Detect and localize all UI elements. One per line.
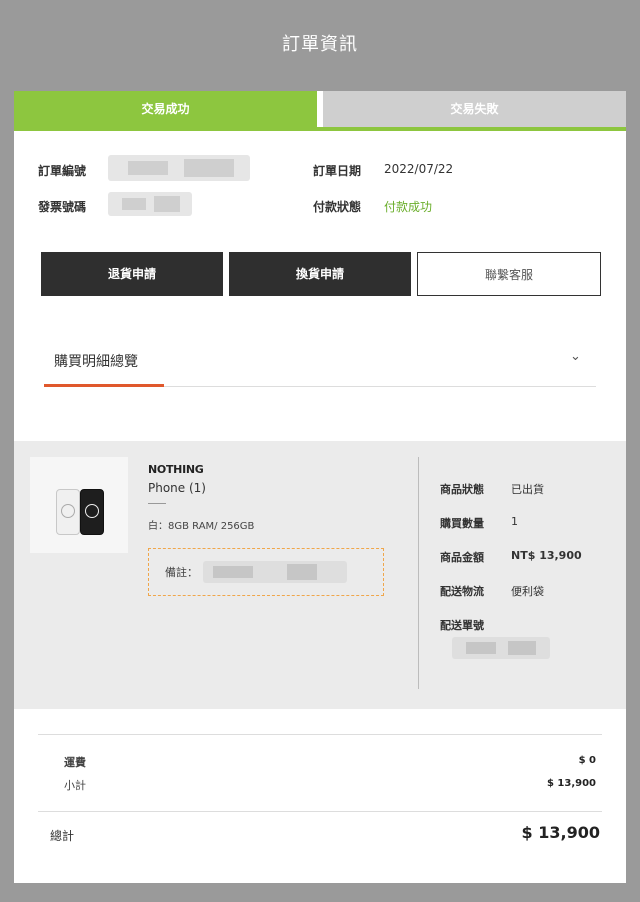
- product-image: [30, 457, 128, 553]
- phone-white-icon: [56, 489, 80, 535]
- tracking-number-label: 配送單號: [440, 619, 484, 632]
- product-amount-label: 商品金額: [440, 551, 484, 564]
- note-box: 備註：: [148, 548, 384, 596]
- payment-status-label: 付款狀態: [313, 200, 362, 214]
- product-section: NOTHING Phone (1) 白：8GB RAM/ 256GB 備註： 商…: [14, 441, 626, 709]
- note-redacted: [203, 561, 347, 583]
- purchase-summary-title[interactable]: 購買明細總覽: [54, 351, 138, 371]
- invoice-number-redacted: [108, 192, 192, 216]
- shipping-fee-label: 運費: [64, 756, 86, 769]
- quantity-value: 1: [511, 515, 518, 528]
- logistics-value: 便利袋: [511, 585, 544, 598]
- chevron-down-icon[interactable]: ⌄: [570, 349, 581, 364]
- order-date-label: 訂單日期: [313, 164, 362, 178]
- shipping-status-value: 已出貨: [511, 483, 544, 496]
- note-label: 備註：: [165, 566, 198, 579]
- phone-black-icon: [80, 489, 104, 535]
- totals-divider-top: [38, 734, 602, 735]
- product-divider: [148, 503, 166, 504]
- order-number-label: 訂單編號: [38, 164, 87, 178]
- quantity-label: 購買數量: [440, 517, 484, 530]
- shipping-status-label: 商品狀態: [440, 483, 484, 496]
- order-number-redacted: [108, 155, 250, 181]
- order-date-value: 2022/07/22: [384, 162, 454, 176]
- return-request-button[interactable]: 退貨申請: [41, 252, 223, 296]
- product-name: Phone (1): [148, 481, 206, 495]
- tab-failed[interactable]: 交易失敗: [323, 91, 626, 127]
- exchange-request-button[interactable]: 換貨申請: [229, 252, 411, 296]
- product-brand: NOTHING: [148, 463, 204, 476]
- subtotal-label: 小計: [64, 779, 86, 792]
- subtotal-value: $ 13,900: [546, 778, 596, 789]
- invoice-number-label: 發票號碼: [38, 200, 87, 214]
- total-label: 總計: [50, 829, 75, 843]
- total-value: $ 13,900: [521, 823, 600, 842]
- modal-title: 訂單資訊: [282, 34, 358, 55]
- order-card: 交易成功 交易失敗 訂單編號 發票號碼 訂單日期 2022/07/22 付款狀態…: [14, 91, 626, 883]
- tab-underline: [14, 127, 626, 131]
- product-amount-value: NT$ 13,900: [511, 549, 582, 562]
- payment-status-value: 付款成功: [384, 200, 433, 214]
- result-tabs: 交易成功 交易失敗: [14, 91, 626, 131]
- logistics-label: 配送物流: [440, 585, 484, 598]
- product-variant: 白：8GB RAM/ 256GB: [148, 521, 255, 532]
- summary-active-indicator: [44, 384, 164, 387]
- tracking-number-redacted: [452, 637, 550, 659]
- totals-divider-bottom: [38, 811, 602, 812]
- contact-support-button[interactable]: 聯繫客服: [417, 252, 601, 296]
- detail-divider: [418, 457, 419, 689]
- tab-success[interactable]: 交易成功: [14, 91, 317, 127]
- shipping-fee-value: $ 0: [578, 755, 596, 766]
